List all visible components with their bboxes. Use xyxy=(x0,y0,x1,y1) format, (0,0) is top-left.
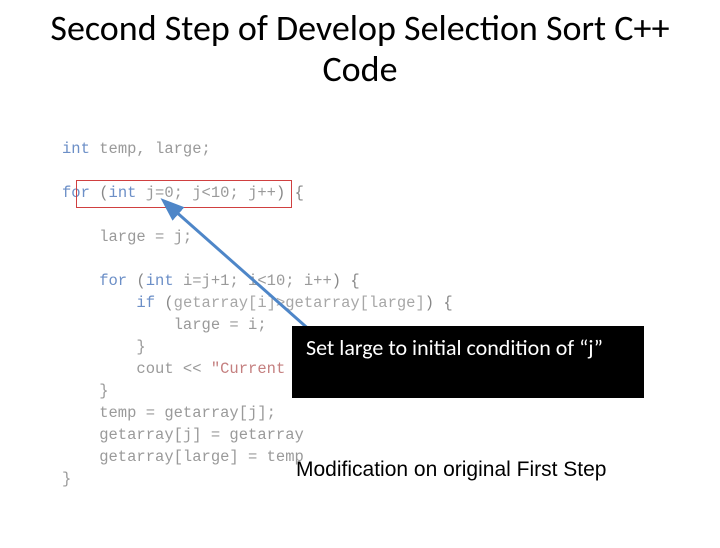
code-text: temp, large; xyxy=(99,140,211,158)
page-title: Second Step of Develop Selection Sort C+… xyxy=(20,8,700,91)
code-paren: ) { xyxy=(332,272,360,290)
code-keyword: int xyxy=(62,140,99,158)
highlight-rectangle xyxy=(76,180,292,208)
code-paren: ( xyxy=(136,272,145,290)
code-keyword: int xyxy=(146,272,183,290)
code-text: } xyxy=(62,382,109,400)
code-text: getarray[large] = temp xyxy=(62,448,304,466)
code-keyword: for xyxy=(62,272,136,290)
code-text: } xyxy=(62,470,71,488)
caption-text: Modification on original First Step xyxy=(296,458,606,482)
code-string: "Current L xyxy=(211,360,304,378)
code-text: getarray[j] = getarray xyxy=(62,426,304,444)
code-text: } xyxy=(62,338,146,356)
code-text: i=j+1; i<10; i++ xyxy=(183,272,332,290)
code-keyword: if xyxy=(62,294,164,312)
code-text: large = j; xyxy=(62,228,192,246)
code-block: int temp, large; for (int j=0; j<10; j++… xyxy=(62,116,453,490)
code-text: temp = getarray[j]; xyxy=(62,404,276,422)
code-text: cout << xyxy=(62,360,211,378)
code-text: getarray[i]>getarray[large] xyxy=(174,294,425,312)
code-paren: ( xyxy=(164,294,173,312)
callout-box: Set large to initial condition of “j” xyxy=(292,326,644,398)
code-text: large = i; xyxy=(62,316,267,334)
code-paren: ) { xyxy=(425,294,453,312)
